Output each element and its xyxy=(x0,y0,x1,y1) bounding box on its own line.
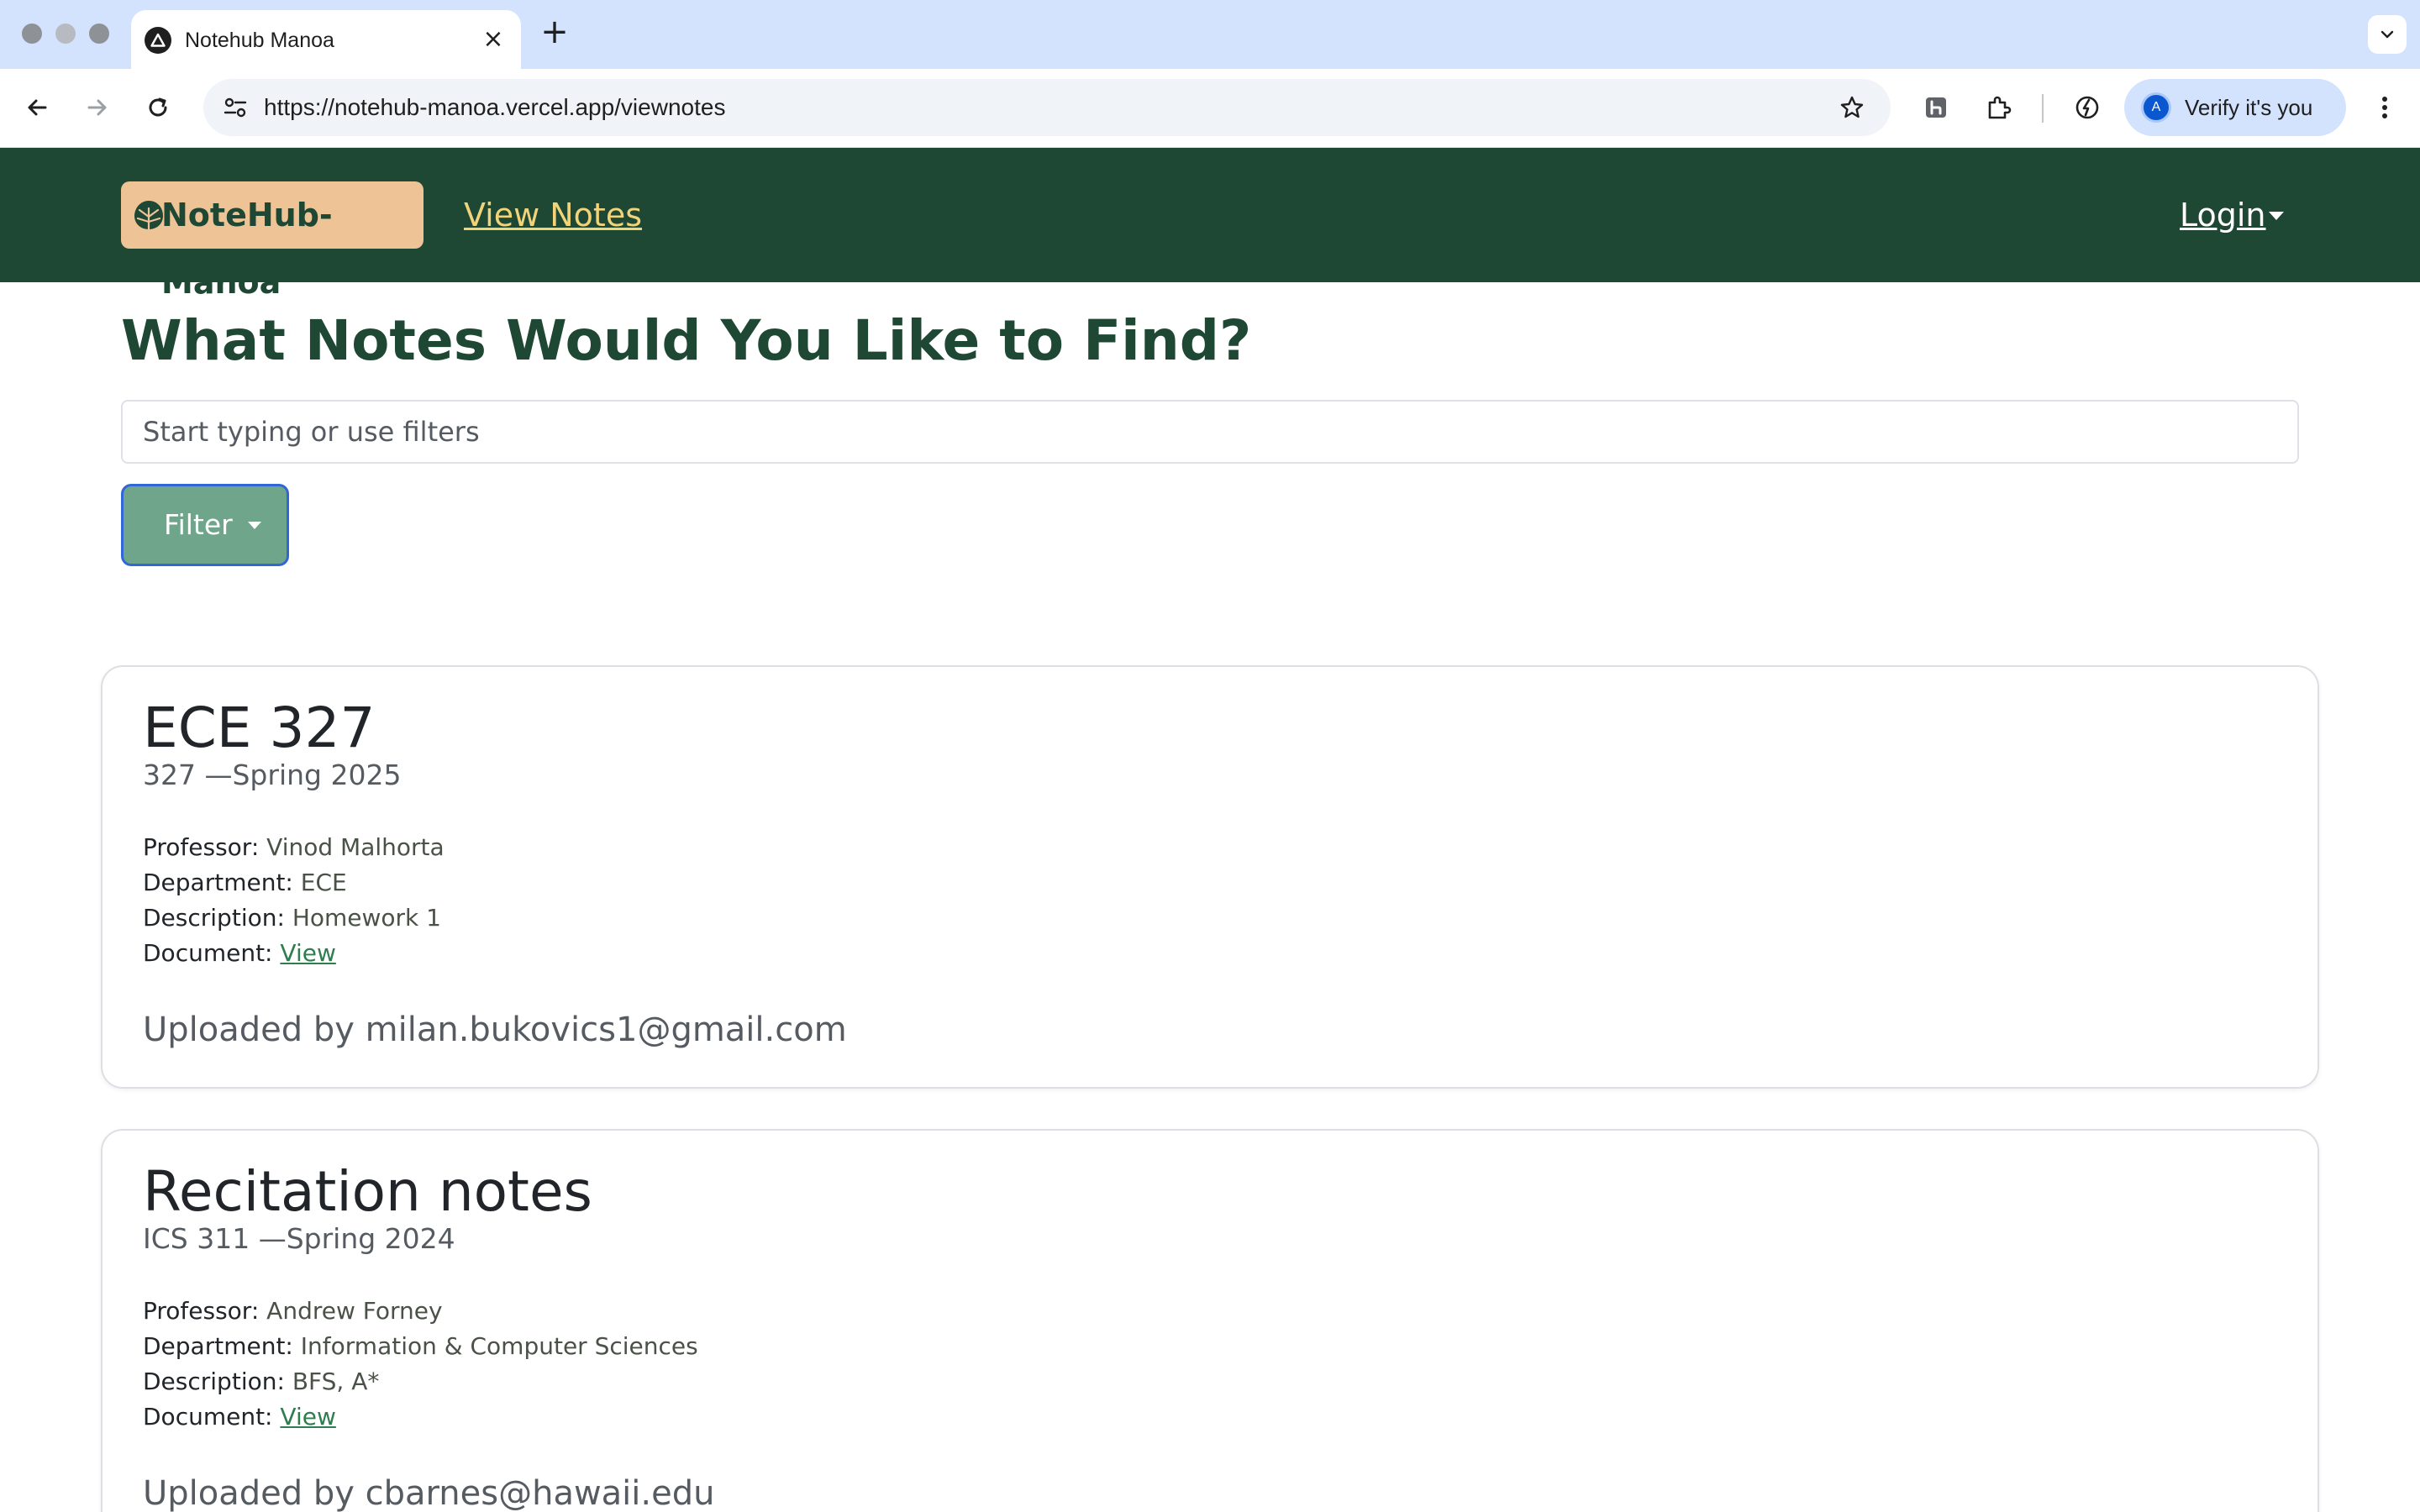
nav-link-view-notes[interactable]: View Notes xyxy=(464,190,642,240)
chevron-down-icon xyxy=(2381,30,2394,39)
description-value: Homework 1 xyxy=(292,904,441,932)
caret-down-icon xyxy=(248,522,261,529)
document-row: Document: View xyxy=(143,1399,698,1435)
description-row: Description: Homework 1 xyxy=(143,900,445,936)
professor-label: Professor: xyxy=(143,833,260,861)
department-label: Department: xyxy=(143,869,293,896)
caret-down-icon[interactable] xyxy=(2269,212,2284,220)
department-row: Department: Information & Computer Scien… xyxy=(143,1329,698,1364)
document-label: Document: xyxy=(143,1403,273,1431)
speedometer-icon[interactable] xyxy=(2067,87,2107,128)
forward-arrow-icon[interactable] xyxy=(77,87,118,128)
kebab-menu-icon[interactable] xyxy=(2365,87,2405,128)
department-label: Department: xyxy=(143,1332,293,1360)
site-navbar: NoteHub-Mānoa View Notes Login xyxy=(0,148,2420,301)
professor-value: Vinod Malhorta xyxy=(266,833,445,861)
address-bar[interactable]: https://notehub-manoa.vercel.app/viewnot… xyxy=(203,79,1891,136)
note-subtitle: ICS 311 —Spring 2024 xyxy=(143,1222,455,1255)
description-label: Description: xyxy=(143,904,285,932)
description-value: BFS, A* xyxy=(292,1368,380,1395)
star-icon[interactable] xyxy=(1832,87,1872,128)
browser-toolbar: https://notehub-manoa.vercel.app/viewnot… xyxy=(0,69,2420,148)
window-zoom-button[interactable] xyxy=(89,24,109,44)
department-value: ECE xyxy=(300,869,347,896)
window-close-button[interactable] xyxy=(22,24,42,44)
department-value: Information & Computer Sciences xyxy=(300,1332,698,1360)
document-view-link[interactable]: View xyxy=(280,939,335,967)
back-arrow-icon[interactable] xyxy=(17,87,57,128)
filter-dropdown-button[interactable]: Filter xyxy=(121,484,289,566)
tab-search-button[interactable] xyxy=(2368,15,2407,54)
url-text[interactable]: https://notehub-manoa.vercel.app/viewnot… xyxy=(264,79,725,136)
browser-tab-active[interactable]: Notehub Manoa × xyxy=(131,10,521,69)
avatar: A xyxy=(2141,92,2171,123)
nav-login-dropdown[interactable]: Login xyxy=(2180,190,2266,240)
monstera-leaf-icon xyxy=(134,201,163,231)
filter-label: Filter xyxy=(164,508,233,541)
profile-verify-button[interactable]: A Verify it's you xyxy=(2124,79,2346,136)
new-tab-icon[interactable]: + xyxy=(538,15,571,49)
department-row: Department: ECE xyxy=(143,865,445,900)
professor-row: Professor: Andrew Forney xyxy=(143,1294,698,1329)
document-label: Document: xyxy=(143,939,273,967)
browser-tab-strip: Notehub Manoa × + xyxy=(0,0,2420,69)
document-view-link[interactable]: View xyxy=(280,1403,335,1431)
tab-title: Notehub Manoa xyxy=(185,29,334,52)
page-title: What Notes Would You Like to Find? xyxy=(121,308,1252,373)
note-card: Recitation notes ICS 311 —Spring 2024 Pr… xyxy=(101,1129,2319,1512)
toolbar-divider xyxy=(2042,94,2044,123)
triangle-favicon-icon xyxy=(145,27,171,54)
puzzle-icon[interactable] xyxy=(1978,87,2018,128)
window-minimize-button[interactable] xyxy=(55,24,76,44)
brand-logo-link[interactable]: NoteHub-Mānoa xyxy=(121,181,424,301)
description-row: Description: BFS, A* xyxy=(143,1364,698,1399)
professor-label: Professor: xyxy=(143,1297,260,1325)
verify-label: Verify it's you xyxy=(2185,95,2313,120)
note-title: ECE 327 xyxy=(143,696,376,760)
document-row: Document: View xyxy=(143,936,445,971)
professor-value: Andrew Forney xyxy=(266,1297,443,1325)
note-title: Recitation notes xyxy=(143,1159,592,1224)
brand-text: NoteHub-Mānoa xyxy=(161,197,333,301)
tune-icon[interactable] xyxy=(215,87,255,128)
honey-extension-icon[interactable] xyxy=(1916,87,1956,128)
description-label: Description: xyxy=(143,1368,285,1395)
reload-icon[interactable] xyxy=(138,87,178,128)
note-details: Professor: Vinod Malhorta Department: EC… xyxy=(143,830,445,971)
tab-close-icon[interactable]: × xyxy=(481,27,506,52)
note-card: ECE 327 327 —Spring 2025 Professor: Vino… xyxy=(101,665,2319,1089)
note-details: Professor: Andrew Forney Department: Inf… xyxy=(143,1294,698,1435)
note-subtitle: 327 —Spring 2025 xyxy=(143,759,402,791)
uploaded-by: Uploaded by cbarnes@hawaii.edu xyxy=(143,1474,715,1512)
uploaded-by: Uploaded by milan.bukovics1@gmail.com xyxy=(143,1011,847,1049)
search-input[interactable] xyxy=(121,400,2299,464)
professor-row: Professor: Vinod Malhorta xyxy=(143,830,445,865)
